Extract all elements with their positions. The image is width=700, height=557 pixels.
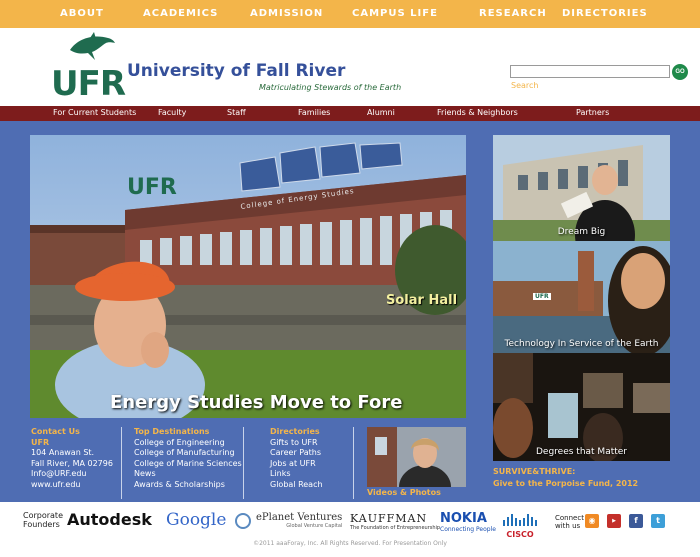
eplanet-sub: Global Venture Capital: [286, 523, 343, 529]
hero-ufr-logo: UFR: [127, 175, 177, 200]
side-caption-degrees: Degrees that Matter: [535, 447, 628, 457]
side-photo-technology: [493, 241, 670, 353]
directory-link[interactable]: Jobs at UFR: [270, 459, 323, 470]
contact-address-2: Fall River, MA 02796: [31, 458, 113, 468]
subnav-staff[interactable]: Staff: [227, 108, 246, 117]
side-caption-dream-big: Dream Big: [557, 227, 606, 237]
top-nav-campus-life[interactable]: CAMPUS LIFE: [352, 8, 438, 19]
audience-nav: For Current Students Faculty Staff Famil…: [0, 106, 700, 121]
nokia-sub: Connecting People: [440, 526, 496, 533]
top-nav-admission[interactable]: ADMISSION: [250, 8, 323, 19]
top-nav: ABOUT ACADEMICS ADMISSION CAMPUS LIFE RE…: [0, 0, 700, 28]
sponsor-kauffman[interactable]: KAUFFMAN The Foundation of Entrepreneurs…: [350, 512, 440, 531]
twitter-icon[interactable]: t: [651, 514, 665, 528]
column-divider: [353, 427, 354, 499]
logo-text[interactable]: UFR: [51, 64, 126, 104]
kauffman-sub: The Foundation of Entrepreneurship: [350, 525, 441, 531]
hero-building-label: Solar Hall: [386, 293, 458, 308]
globe-icon: [235, 513, 251, 529]
search-input[interactable]: [510, 65, 670, 78]
side-caption-technology: Technology In Service of the Earth: [504, 339, 659, 349]
sponsor-nokia[interactable]: NOKIA Connecting People: [440, 511, 496, 533]
promo-line-2: Give to the Porpoise Fund, 2012: [493, 479, 639, 488]
top-destination-link[interactable]: College of Manufacturing: [134, 448, 242, 459]
facebook-icon[interactable]: f: [629, 514, 643, 528]
search-go-button[interactable]: GO: [672, 64, 688, 80]
connect-line-2: with us: [555, 522, 581, 530]
directory-link[interactable]: Gifts to UFR: [270, 438, 323, 449]
main-content: UFR College of Energy Studies Solar Hall…: [0, 121, 700, 502]
directory-link[interactable]: Career Paths: [270, 448, 323, 459]
top-destinations-column: Top Destinations College of Engineering …: [134, 427, 242, 490]
contact-web-link[interactable]: www.ufr.edu: [31, 480, 113, 491]
contact-address-1: 104 Anawan St.: [31, 448, 95, 457]
tagline: Matriculating Stewards of the Earth: [259, 83, 402, 92]
directory-link[interactable]: Global Reach: [270, 480, 323, 491]
corporate-label-2: Founders: [23, 520, 60, 529]
sponsor-google[interactable]: Google: [166, 510, 226, 530]
cisco-name: CISCO: [506, 530, 534, 539]
directories-heading: Directories: [270, 427, 320, 436]
subnav-partners[interactable]: Partners: [576, 108, 609, 117]
subnav-alumni[interactable]: Alumni: [367, 108, 395, 117]
nokia-name: NOKIA: [440, 511, 487, 526]
site-header: UFR University of Fall River Matriculati…: [0, 28, 700, 106]
column-divider: [121, 427, 122, 499]
sponsor-autodesk[interactable]: Autodesk: [67, 510, 152, 529]
youtube-icon[interactable]: ▶: [607, 514, 621, 528]
sponsor-cisco[interactable]: CISCO: [502, 511, 538, 539]
corporate-founders-label: Corporate Founders: [23, 511, 63, 529]
promo-line-1: SURVIVE&THRIVE:: [493, 467, 576, 476]
side-photo-degrees: [493, 353, 670, 461]
column-divider: [243, 427, 244, 499]
connect-line-1: Connect: [555, 514, 584, 522]
top-nav-academics[interactable]: ACADEMICS: [143, 8, 218, 19]
subnav-current-students[interactable]: For Current Students: [53, 108, 136, 117]
cisco-bars-icon: [503, 514, 537, 526]
top-destination-link[interactable]: College of Engineering: [134, 438, 242, 449]
corporate-label-1: Corporate: [23, 511, 63, 520]
top-nav-directories[interactable]: DIRECTORIES: [562, 8, 648, 19]
rss-icon[interactable]: ◉: [585, 514, 599, 528]
eplanet-name: ePlanet Ventures: [256, 512, 343, 523]
side-feature-degrees[interactable]: Degrees that Matter: [493, 353, 670, 461]
videos-photos-link[interactable]: Videos & Photos: [367, 488, 441, 497]
side-photo-graduate: [493, 135, 670, 241]
directories-column: Directories Gifts to UFR Career Paths Jo…: [270, 427, 323, 490]
top-nav-research[interactable]: RESEARCH: [479, 8, 547, 19]
university-name[interactable]: University of Fall River: [127, 61, 345, 81]
videos-photos-thumbnail[interactable]: [367, 427, 466, 487]
top-nav-about[interactable]: ABOUT: [60, 8, 104, 19]
top-destination-link[interactable]: Awards & Scholarships: [134, 480, 242, 491]
promo-porpoise-fund[interactable]: SURVIVE&THRIVE: Give to the Porpoise Fun…: [493, 466, 638, 490]
top-destination-link[interactable]: News: [134, 469, 242, 480]
side-feature-technology[interactable]: UFR Technology In Service of the Earth: [493, 241, 670, 353]
contact-heading: Contact Us: [31, 427, 80, 436]
contact-org: UFR: [31, 437, 50, 447]
copyright-text: ©2011 aaaForay, Inc. All Rights Reserved…: [253, 540, 447, 547]
side-ufr-badge: UFR: [533, 293, 551, 300]
kauffman-name: KAUFFMAN: [350, 512, 428, 525]
top-destinations-heading: Top Destinations: [134, 427, 210, 436]
hero-title[interactable]: Energy Studies Move to Fore: [110, 392, 402, 413]
side-feature-dream-big[interactable]: Dream Big: [493, 135, 670, 241]
search-label: Search: [511, 81, 539, 90]
site-footer: Corporate Founders Autodesk Google ePlan…: [0, 502, 700, 557]
subnav-faculty[interactable]: Faculty: [158, 108, 186, 117]
video-thumb-photo: [367, 427, 466, 487]
top-destination-link[interactable]: College of Marine Sciences: [134, 459, 242, 470]
subnav-families[interactable]: Families: [298, 108, 330, 117]
dolphin-logo-icon: [70, 32, 115, 60]
subnav-friends-neighbors[interactable]: Friends & Neighbors: [437, 108, 518, 117]
hero-feature[interactable]: UFR College of Energy Studies Solar Hall…: [30, 135, 466, 418]
sponsor-eplanet[interactable]: ePlanet Ventures Global Venture Capital: [256, 512, 342, 529]
hero-photo: [30, 135, 466, 418]
contact-column: Contact Us UFR 104 Anawan St. Fall River…: [31, 427, 113, 490]
directory-link[interactable]: Links: [270, 469, 323, 480]
contact-email-link[interactable]: Info@URF.edu: [31, 469, 113, 480]
connect-label: Connect with us: [555, 514, 584, 530]
